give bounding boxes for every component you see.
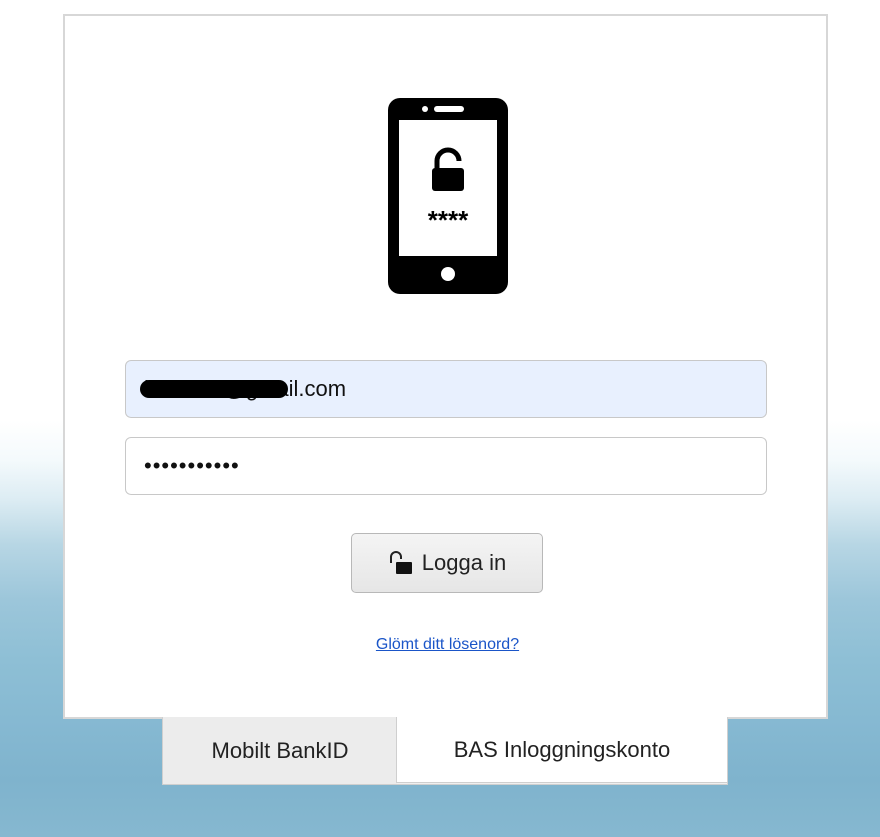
tab-bas-inloggningskonto[interactable]: BAS Inloggningskonto xyxy=(396,717,728,783)
forgot-password-link[interactable]: Glömt ditt lösenord? xyxy=(65,636,830,654)
login-button[interactable]: Logga in xyxy=(351,533,543,593)
redaction-mark xyxy=(140,380,288,398)
unlock-icon xyxy=(389,551,412,574)
login-panel: **** Logga in Glömt ditt lösenord? xyxy=(63,14,828,719)
password-field[interactable] xyxy=(125,437,767,495)
login-method-tabs: Mobilt BankID BAS Inloggningskonto xyxy=(162,717,728,785)
login-button-label: Logga in xyxy=(421,550,507,575)
phone-lock-icon: **** xyxy=(388,98,508,294)
tab-mobilt-bankid[interactable]: Mobilt BankID xyxy=(163,717,397,784)
pin-text: **** xyxy=(428,205,469,235)
